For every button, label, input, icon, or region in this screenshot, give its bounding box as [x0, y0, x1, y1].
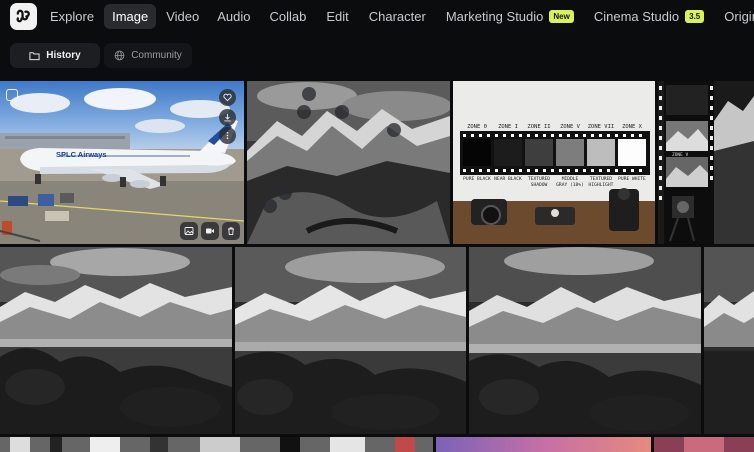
nav-item-label: Audio: [217, 9, 251, 24]
gallery-item-partial[interactable]: [654, 437, 754, 452]
gallery-item-airplane[interactable]: SPLC Airways: [0, 81, 244, 244]
nav-item-label: Cinema Studio: [593, 9, 680, 24]
nav-item-video[interactable]: Video: [158, 4, 207, 29]
annotation-marker[interactable]: [387, 123, 401, 137]
nav-item-collab[interactable]: Collab: [260, 4, 315, 29]
nav-item-label: Origina: [724, 9, 754, 24]
more-button[interactable]: [219, 127, 236, 144]
globe-icon: [114, 50, 125, 61]
nav-item-label: Collab: [269, 9, 307, 24]
nav-item-label: Explore: [50, 9, 95, 24]
nav-item-label: Marketing Studio: [445, 9, 544, 24]
tab-history-label: History: [46, 50, 81, 61]
gallery-item-mountains-annotated[interactable]: [247, 81, 450, 244]
nav-badge: 3.5: [685, 10, 705, 23]
gallery-item-bw-strip[interactable]: [0, 437, 433, 452]
partial-image: [654, 437, 754, 452]
zone-label: ZONE I: [498, 124, 518, 130]
zone-label: ZONE II: [527, 124, 551, 130]
gallery-item-mountains-2[interactable]: [235, 247, 466, 434]
zone-label: ZONE VII: [587, 124, 615, 130]
nav-badge: New: [549, 10, 574, 23]
zone-caption: PURE BLACK: [463, 177, 491, 182]
heart-icon: [223, 93, 232, 102]
sunset-image: [436, 437, 651, 452]
gallery-item-mountains-4[interactable]: [704, 247, 754, 434]
film-frames-image: [658, 81, 754, 244]
mountain-image: [235, 247, 466, 434]
film-frame-label: ZONE V: [672, 153, 689, 158]
sub-tabs: History Community: [10, 43, 192, 68]
gallery-item-mountains-1[interactable]: [0, 247, 232, 434]
image-gallery: SPLC Airways ZONE 0 ZONE I ZONE II ZONE …: [0, 81, 754, 452]
gallery-item-mountains-3[interactable]: [469, 247, 701, 434]
nav-item-label: Image: [112, 9, 149, 24]
nav-item-edit[interactable]: Edit: [317, 4, 357, 29]
tab-history[interactable]: History: [10, 43, 100, 68]
use-as-image-button[interactable]: [180, 222, 198, 240]
zone-caption: MIDDLE GRAY (18%): [556, 177, 584, 188]
zone-system-image: [453, 81, 655, 244]
mountain-image: [0, 247, 232, 434]
select-checkbox[interactable]: [6, 89, 18, 101]
nav-item-label: Character: [368, 9, 426, 24]
nav-item-marketing-studio[interactable]: Marketing Studio New: [437, 4, 583, 29]
mountain-image: [469, 247, 701, 434]
annotation-marker[interactable]: [278, 186, 292, 200]
top-navigation: Explore Image Video Audio Collab Edit Characte…: [0, 0, 754, 33]
app-logo-icon[interactable]: [10, 3, 37, 30]
nav-item-label: Edit: [326, 9, 349, 24]
delete-button[interactable]: [222, 222, 240, 240]
zone-label: ZONE V: [560, 124, 580, 130]
mountain-image: [704, 247, 754, 434]
video-icon: [206, 228, 214, 234]
zone-caption: NEAR BLACK: [494, 177, 522, 182]
download-icon: [224, 113, 231, 122]
favorite-button[interactable]: [219, 89, 236, 106]
zone-caption: PURE WHITE: [618, 177, 646, 182]
nav-item-origina[interactable]: Origina: [715, 4, 754, 29]
nav-items: Explore Image Video Audio Collab Edit Characte…: [42, 4, 754, 29]
airplane-image: [0, 81, 244, 244]
annotation-marker[interactable]: [335, 105, 349, 119]
zone-caption: TEXTURED HIGHLIGHT: [588, 177, 614, 188]
mountain-image: [247, 81, 450, 244]
nav-item-image[interactable]: Image: [104, 4, 157, 29]
bw-image: [0, 437, 433, 452]
annotation-marker[interactable]: [263, 199, 277, 213]
gallery-item-zone-system[interactable]: ZONE 0 ZONE I ZONE II ZONE V ZONE VII ZONE X …: [453, 81, 655, 244]
more-vertical-icon: [226, 131, 229, 140]
tab-community-label: Community: [131, 50, 182, 61]
tab-community[interactable]: Community: [104, 43, 192, 68]
gallery-item-film-frames[interactable]: ZONE V: [658, 81, 754, 244]
image-icon: [184, 227, 194, 235]
gallery-item-sunset[interactable]: [436, 437, 651, 452]
annotation-marker[interactable]: [302, 87, 316, 101]
zone-label: ZONE 0: [467, 124, 487, 130]
zone-label: ZONE X: [622, 124, 642, 130]
download-action[interactable]: [219, 109, 236, 126]
zone-caption: TEXTURED SHADOW: [527, 177, 551, 188]
nav-item-explore[interactable]: Explore: [42, 4, 102, 29]
nav-item-character[interactable]: Character: [360, 4, 435, 29]
annotation-marker[interactable]: [297, 105, 311, 119]
nav-item-audio[interactable]: Audio: [209, 4, 258, 29]
trash-icon: [228, 227, 234, 236]
folder-icon: [29, 51, 40, 60]
airplane-livery-text: SPLC Airways: [56, 150, 107, 159]
nav-item-label: Video: [166, 9, 200, 24]
nav-item-cinema-studio[interactable]: Cinema Studio 3.5: [585, 4, 713, 29]
use-as-video-button[interactable]: [201, 222, 219, 240]
